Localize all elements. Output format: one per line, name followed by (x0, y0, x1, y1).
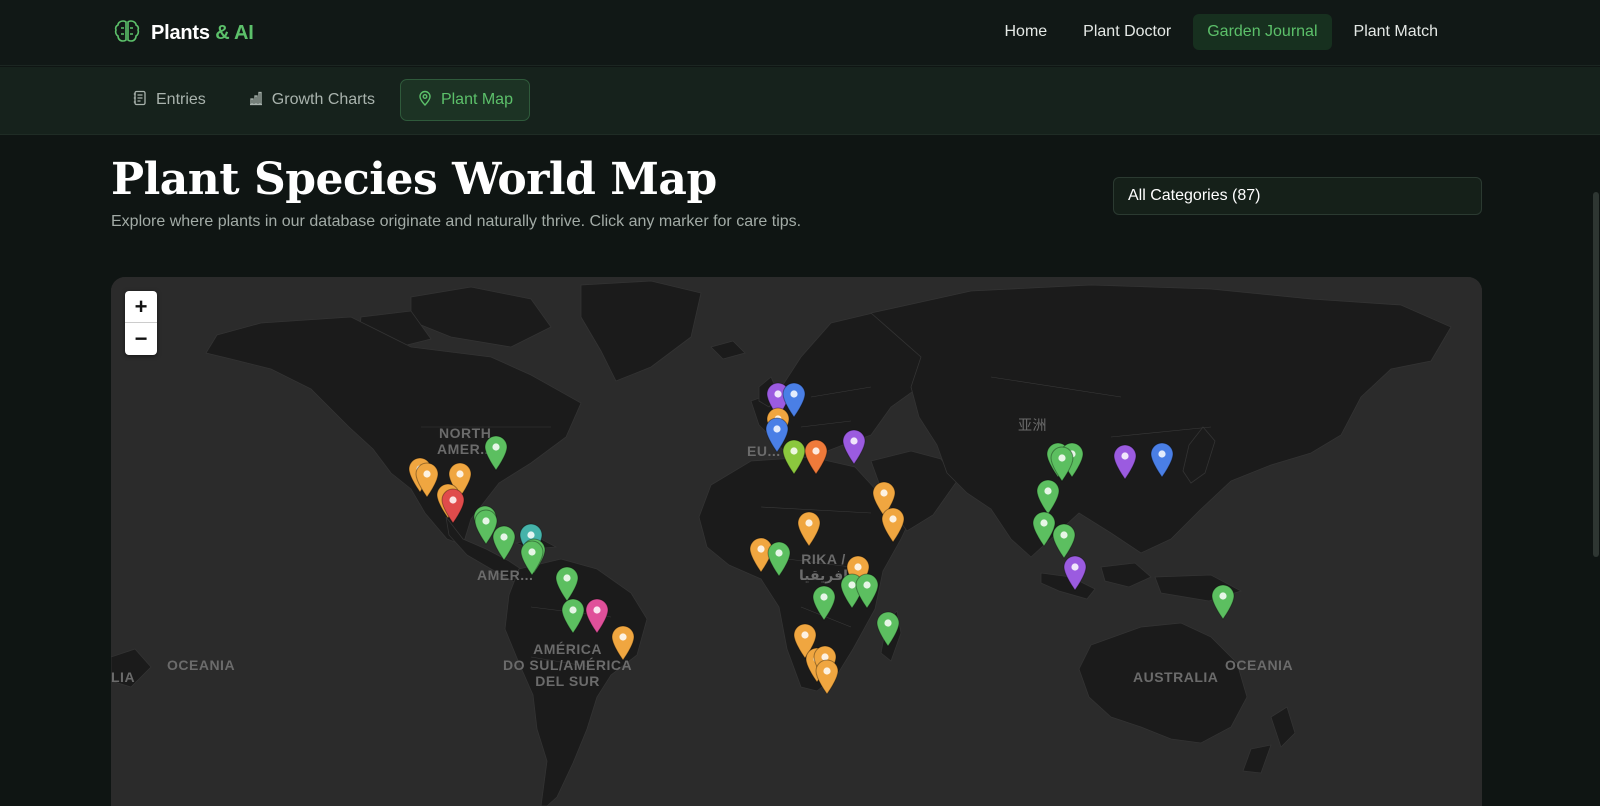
map-marker-pin-icon[interactable] (554, 566, 580, 602)
zoom-out-button[interactable]: − (125, 323, 157, 355)
map-marker-pin-icon[interactable] (483, 435, 509, 471)
map-marker-pin-icon[interactable] (875, 611, 901, 647)
main-nav: Home Plant Doctor Garden Journal Plant M… (990, 14, 1452, 50)
brain-icon (113, 17, 141, 50)
top-navbar: Plants & AI Home Plant Doctor Garden Jou… (0, 0, 1600, 66)
map-marker-pin-icon[interactable] (811, 585, 837, 621)
map-label-oceania-right: OCEANIA (1225, 657, 1294, 673)
map-marker-pin-icon[interactable] (1062, 555, 1088, 591)
nav-plant-doctor[interactable]: Plant Doctor (1069, 14, 1185, 50)
map-label-oceania-left: OCEANIA (167, 657, 236, 673)
map-marker-pin-icon[interactable] (841, 429, 867, 465)
nav-garden-journal[interactable]: Garden Journal (1193, 14, 1332, 50)
tab-plant-map-label: Plant Map (440, 91, 513, 108)
sub-navbar: Entries Growth Charts Plant Map (0, 67, 1600, 135)
map-pin-icon (417, 90, 433, 111)
page-scrollbar-thumb[interactable] (1593, 192, 1599, 557)
tab-entries[interactable]: Entries (115, 79, 223, 121)
nav-home[interactable]: Home (990, 14, 1061, 50)
brand-name: Plants (151, 22, 210, 44)
map-marker-pin-icon[interactable] (766, 541, 792, 577)
map-label-australia: AUSTRALIA (1133, 669, 1219, 685)
map-marker-pin-icon[interactable] (1112, 444, 1138, 480)
bar-chart-icon (248, 90, 264, 111)
map-marker-pin-icon[interactable] (491, 525, 517, 561)
tab-growth-charts-label: Growth Charts (271, 91, 375, 108)
map-marker-pin-icon[interactable] (1049, 446, 1075, 482)
nav-plant-match[interactable]: Plant Match (1340, 14, 1452, 50)
map-marker-pin-icon[interactable] (803, 439, 829, 475)
map-marker-pin-icon[interactable] (440, 488, 466, 524)
map-marker-pin-icon[interactable] (796, 511, 822, 547)
journal-icon (132, 90, 148, 111)
zoom-in-button[interactable]: + (125, 291, 157, 323)
map-marker-pin-icon[interactable] (814, 659, 840, 695)
map-marker-pin-icon[interactable] (1035, 479, 1061, 515)
map-marker-pin-icon[interactable] (1149, 442, 1175, 478)
page-subtitle: Explore where plants in our database ori… (111, 213, 802, 230)
tab-plant-map[interactable]: Plant Map (399, 79, 530, 121)
map-marker-pin-icon[interactable] (880, 507, 906, 543)
map-marker-pin-icon[interactable] (1210, 584, 1236, 620)
map-label-asia: 亚洲 (1018, 417, 1047, 433)
tab-growth-charts[interactable]: Growth Charts (231, 79, 392, 121)
world-map[interactable]: + − NORTH AMER... AMER... AMÉRICA DO SUL… (111, 277, 1482, 806)
map-marker-pin-icon[interactable] (610, 625, 636, 661)
map-marker-pin-icon[interactable] (519, 540, 545, 576)
map-marker-pin-icon[interactable] (584, 598, 610, 634)
map-zoom-control: + − (125, 291, 157, 355)
map-marker-pin-icon[interactable] (560, 598, 586, 634)
tab-entries-label: Entries (156, 91, 206, 108)
brand[interactable]: Plants & AI (113, 17, 254, 50)
map-marker-pin-icon[interactable] (854, 573, 880, 609)
page-title: Plant Species World Map (111, 154, 717, 205)
map-label-left-edge: LIA (111, 669, 136, 685)
brand-name-accent: & AI (215, 22, 254, 44)
category-filter-select[interactable]: All Categories (87) (1113, 177, 1482, 215)
map-marker-pin-icon[interactable] (1051, 523, 1077, 559)
